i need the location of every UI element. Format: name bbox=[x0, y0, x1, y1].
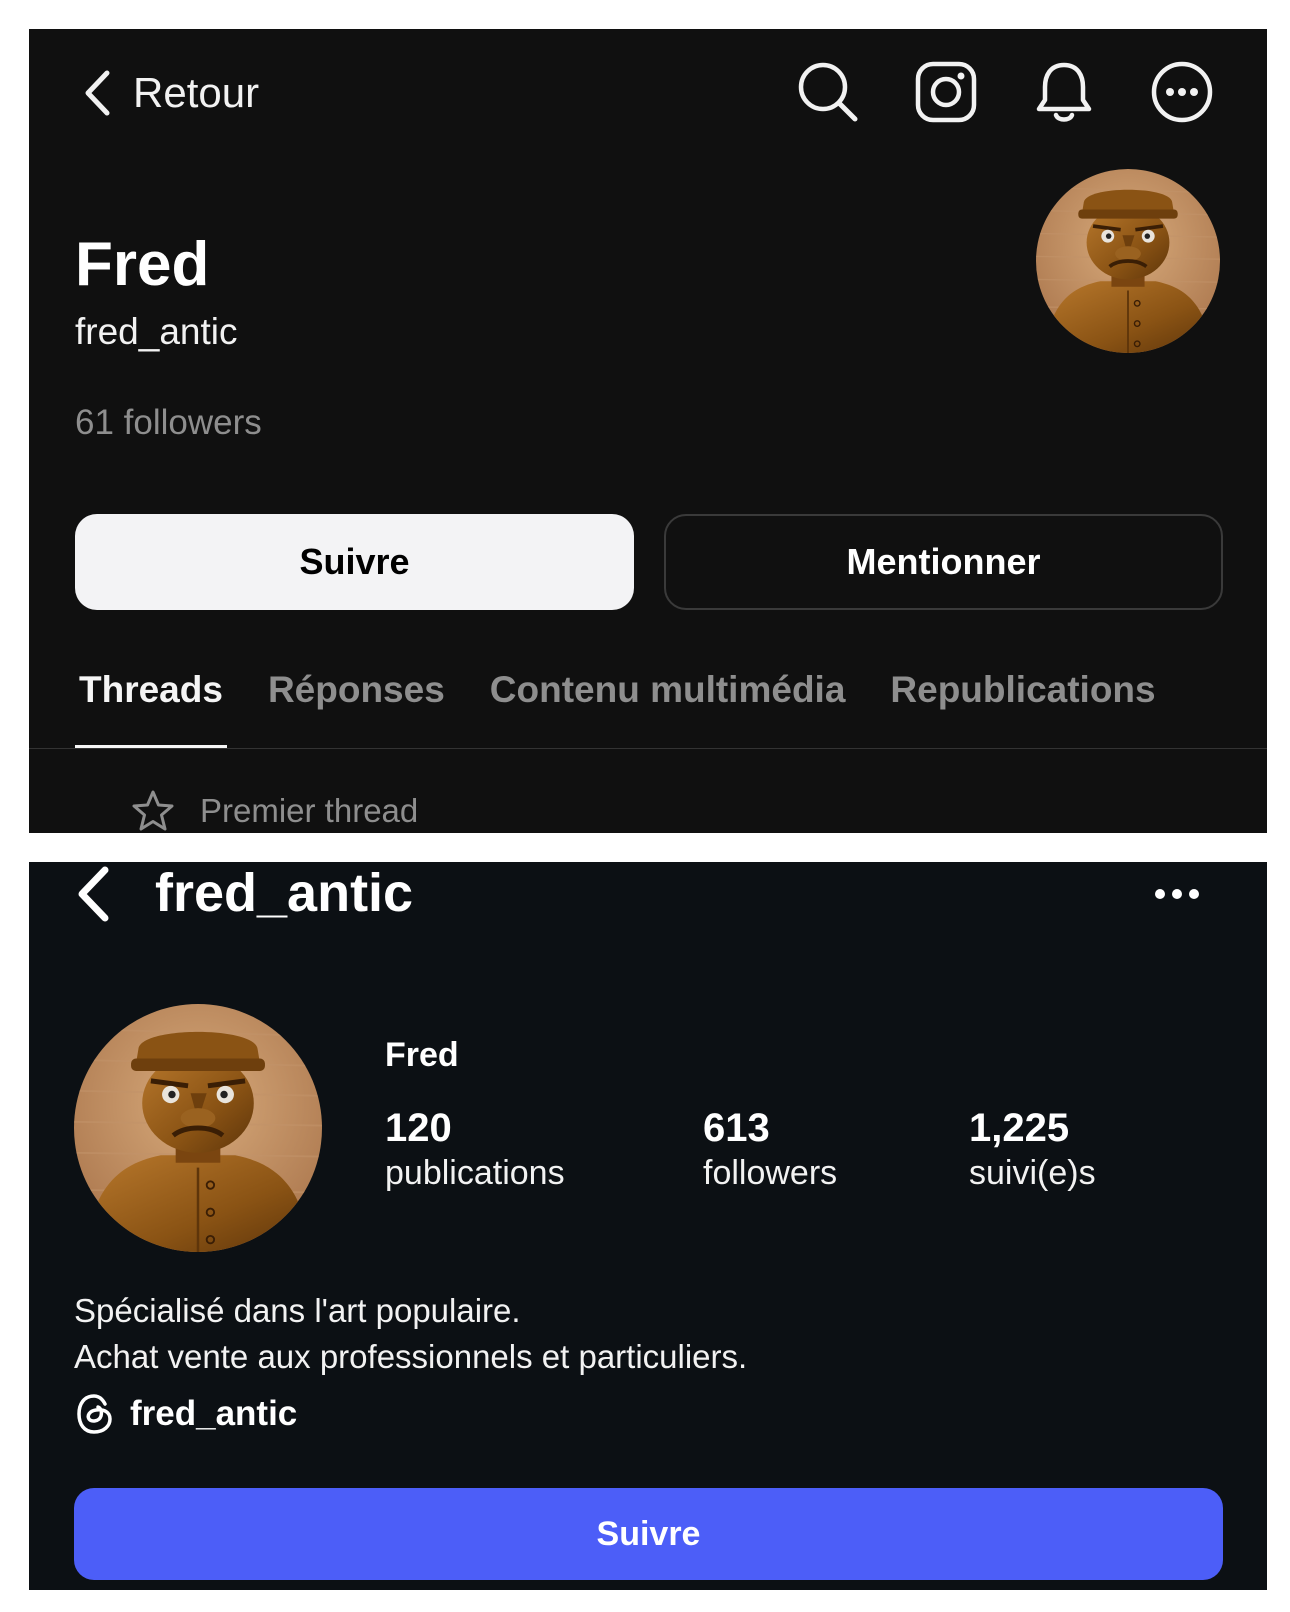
chevron-left-icon bbox=[78, 866, 109, 922]
search-icon[interactable] bbox=[795, 59, 861, 125]
tab-media[interactable]: Contenu multimédia bbox=[486, 669, 850, 731]
posts-count: 120 bbox=[385, 1106, 452, 1150]
display-name: Fred bbox=[75, 230, 210, 299]
follow-button[interactable]: Suivre bbox=[75, 514, 634, 610]
tab-replies[interactable]: Réponses bbox=[264, 669, 449, 731]
following-stat[interactable]: 1,225 suivi(e)s bbox=[969, 1104, 1096, 1194]
profile-tabs: Threads Réponses Contenu multimédia Repu… bbox=[75, 669, 1160, 748]
followers-stat[interactable]: 613 followers bbox=[703, 1104, 837, 1194]
avatar[interactable] bbox=[74, 1004, 322, 1252]
instagram-icon[interactable] bbox=[913, 59, 979, 125]
followers-label: followers bbox=[703, 1154, 838, 1192]
tab-reposts[interactable]: Republications bbox=[886, 669, 1159, 731]
more-icon[interactable] bbox=[1149, 59, 1215, 125]
tab-threads[interactable]: Threads bbox=[75, 669, 227, 748]
posts-label: publications bbox=[385, 1154, 565, 1192]
pinned-thread[interactable]: Premier thread bbox=[130, 789, 418, 833]
page-title: fred_antic bbox=[155, 863, 414, 923]
bio-line: Achat vente aux professionnels et partic… bbox=[74, 1338, 748, 1375]
following-count: 1,225 bbox=[969, 1106, 1070, 1150]
tabs-divider bbox=[29, 748, 1267, 749]
username: fred_antic bbox=[75, 311, 238, 352]
back-button[interactable] bbox=[63, 862, 123, 926]
bio: Spécialisé dans l'art populaire. Achat v… bbox=[74, 1288, 747, 1380]
threads-profile-panel: Retour Fred fred_antic 61 followers Suiv… bbox=[29, 29, 1267, 833]
pinned-thread-label: Premier thread bbox=[200, 792, 419, 829]
bell-icon[interactable] bbox=[1031, 59, 1097, 125]
followers-count: 613 bbox=[703, 1106, 770, 1150]
threads-link-label: fred_antic bbox=[130, 1394, 298, 1433]
chevron-left-icon bbox=[85, 70, 110, 116]
more-icon[interactable] bbox=[1147, 870, 1207, 918]
back-label: Retour bbox=[133, 69, 260, 116]
following-label: suivi(e)s bbox=[969, 1154, 1096, 1192]
star-icon bbox=[132, 790, 174, 831]
bio-line: Spécialisé dans l'art populaire. bbox=[74, 1292, 521, 1329]
header-actions bbox=[795, 59, 1215, 125]
avatar[interactable] bbox=[1036, 169, 1220, 353]
threads-logo-icon bbox=[77, 1394, 112, 1434]
follow-button[interactable]: Suivre bbox=[74, 1488, 1223, 1580]
back-button[interactable]: Retour bbox=[83, 69, 259, 117]
posts-stat[interactable]: 120 publications bbox=[385, 1104, 565, 1194]
instagram-profile-panel: fred_antic Fred 120 publications 613 fol… bbox=[29, 862, 1267, 1590]
mention-button[interactable]: Mentionner bbox=[664, 514, 1223, 610]
display-name: Fred bbox=[385, 1036, 459, 1074]
followers-count[interactable]: 61 followers bbox=[75, 403, 262, 443]
threads-link[interactable]: fred_antic bbox=[74, 1392, 297, 1436]
